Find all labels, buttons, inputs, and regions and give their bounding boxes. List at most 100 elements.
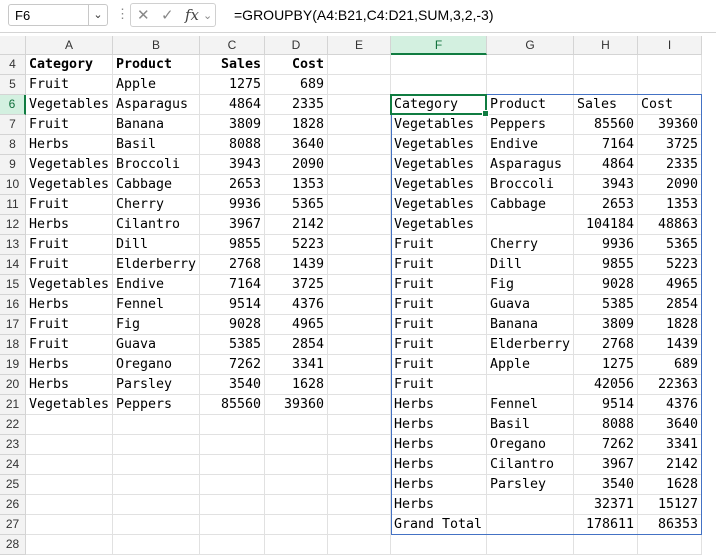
cell-h8[interactable]: 7164 <box>574 135 638 155</box>
row-header-23[interactable]: 23 <box>0 435 26 455</box>
row-header-12[interactable]: 12 <box>0 215 26 235</box>
cell-i7[interactable]: 39360 <box>638 115 702 135</box>
cell-f19[interactable]: Fruit <box>391 355 487 375</box>
grid-cell[interactable] <box>328 95 391 115</box>
cell-d21[interactable]: 39360 <box>265 395 328 415</box>
row-header-26[interactable]: 26 <box>0 495 26 515</box>
cell-g20[interactable] <box>487 375 574 395</box>
grid-cell[interactable] <box>574 55 638 75</box>
row-header-7[interactable]: 7 <box>0 115 26 135</box>
cell-i14[interactable]: 5223 <box>638 255 702 275</box>
cell-c19[interactable]: 7262 <box>200 355 265 375</box>
cell-b6[interactable]: Asparagus <box>113 95 200 115</box>
cell-c14[interactable]: 2768 <box>200 255 265 275</box>
cell-f26[interactable]: Herbs <box>391 495 487 515</box>
cell-f15[interactable]: Fruit <box>391 275 487 295</box>
cell-h9[interactable]: 4864 <box>574 155 638 175</box>
cell-c20[interactable]: 3540 <box>200 375 265 395</box>
column-header-e[interactable]: E <box>328 36 391 55</box>
cell-h12[interactable]: 104184 <box>574 215 638 235</box>
cell-i19[interactable]: 689 <box>638 355 702 375</box>
cell-b7[interactable]: Banana <box>113 115 200 135</box>
cell-c17[interactable]: 9028 <box>200 315 265 335</box>
column-header-a[interactable]: A <box>26 36 113 55</box>
cell-i18[interactable]: 1439 <box>638 335 702 355</box>
cell-g26[interactable] <box>487 495 574 515</box>
column-header-i[interactable]: I <box>638 36 702 55</box>
cell-g8[interactable]: Endive <box>487 135 574 155</box>
cell-h23[interactable]: 7262 <box>574 435 638 455</box>
cell-f7[interactable]: Vegetables <box>391 115 487 135</box>
grid-cell[interactable] <box>113 435 200 455</box>
cell-b14[interactable]: Elderberry <box>113 255 200 275</box>
cell-c9[interactable]: 3943 <box>200 155 265 175</box>
grid-cell[interactable] <box>26 415 113 435</box>
cell-a4[interactable]: Category <box>26 55 113 75</box>
cell-h13[interactable]: 9936 <box>574 235 638 255</box>
cell-g9[interactable]: Asparagus <box>487 155 574 175</box>
grid-cell[interactable] <box>328 295 391 315</box>
cell-g7[interactable]: Peppers <box>487 115 574 135</box>
cell-f10[interactable]: Vegetables <box>391 175 487 195</box>
grid-cell[interactable] <box>113 455 200 475</box>
cell-g19[interactable]: Apple <box>487 355 574 375</box>
cell-a8[interactable]: Herbs <box>26 135 113 155</box>
row-header-17[interactable]: 17 <box>0 315 26 335</box>
cell-f6[interactable]: Category <box>391 95 487 115</box>
grid-cell[interactable] <box>328 515 391 535</box>
cell-c16[interactable]: 9514 <box>200 295 265 315</box>
column-header-h[interactable]: H <box>574 36 638 55</box>
cell-b5[interactable]: Apple <box>113 75 200 95</box>
cell-i12[interactable]: 48863 <box>638 215 702 235</box>
grid-cell[interactable] <box>328 495 391 515</box>
cell-h24[interactable]: 3967 <box>574 455 638 475</box>
cell-h10[interactable]: 3943 <box>574 175 638 195</box>
cell-c7[interactable]: 3809 <box>200 115 265 135</box>
cell-g24[interactable]: Cilantro <box>487 455 574 475</box>
cell-f20[interactable]: Fruit <box>391 375 487 395</box>
cell-a15[interactable]: Vegetables <box>26 275 113 295</box>
grid-cell[interactable] <box>200 455 265 475</box>
chevron-down-icon[interactable]: ⌄ <box>203 9 212 22</box>
grid-cell[interactable] <box>391 55 487 75</box>
cell-h11[interactable]: 2653 <box>574 195 638 215</box>
grid-cell[interactable] <box>328 255 391 275</box>
grid-cell[interactable] <box>328 235 391 255</box>
grid-cell[interactable] <box>26 455 113 475</box>
cell-a10[interactable]: Vegetables <box>26 175 113 195</box>
row-header-13[interactable]: 13 <box>0 235 26 255</box>
cell-i16[interactable]: 2854 <box>638 295 702 315</box>
cell-d8[interactable]: 3640 <box>265 135 328 155</box>
cell-c11[interactable]: 9936 <box>200 195 265 215</box>
cell-a21[interactable]: Vegetables <box>26 395 113 415</box>
cell-h18[interactable]: 2768 <box>574 335 638 355</box>
row-header-11[interactable]: 11 <box>0 195 26 215</box>
cell-f11[interactable]: Vegetables <box>391 195 487 215</box>
cell-d14[interactable]: 1439 <box>265 255 328 275</box>
cell-d18[interactable]: 2854 <box>265 335 328 355</box>
cell-a7[interactable]: Fruit <box>26 115 113 135</box>
row-header-6[interactable]: 6 <box>0 95 26 115</box>
cell-f25[interactable]: Herbs <box>391 475 487 495</box>
cell-h22[interactable]: 8088 <box>574 415 638 435</box>
grid-cell[interactable] <box>574 535 638 555</box>
cell-i21[interactable]: 4376 <box>638 395 702 415</box>
row-header-22[interactable]: 22 <box>0 415 26 435</box>
cell-a11[interactable]: Fruit <box>26 195 113 215</box>
cell-d15[interactable]: 3725 <box>265 275 328 295</box>
cell-i6[interactable]: Cost <box>638 95 702 115</box>
row-header-27[interactable]: 27 <box>0 515 26 535</box>
grid-cell[interactable] <box>328 335 391 355</box>
grid-cell[interactable] <box>113 475 200 495</box>
cell-d20[interactable]: 1628 <box>265 375 328 395</box>
cell-i25[interactable]: 1628 <box>638 475 702 495</box>
cell-g16[interactable]: Guava <box>487 295 574 315</box>
cell-b11[interactable]: Cherry <box>113 195 200 215</box>
cell-b17[interactable]: Fig <box>113 315 200 335</box>
cell-h7[interactable]: 85560 <box>574 115 638 135</box>
cell-c12[interactable]: 3967 <box>200 215 265 235</box>
cell-c4[interactable]: Sales <box>200 55 265 75</box>
cell-f21[interactable]: Herbs <box>391 395 487 415</box>
column-header-g[interactable]: G <box>487 36 574 55</box>
cancel-icon[interactable]: ✕ <box>137 6 150 24</box>
